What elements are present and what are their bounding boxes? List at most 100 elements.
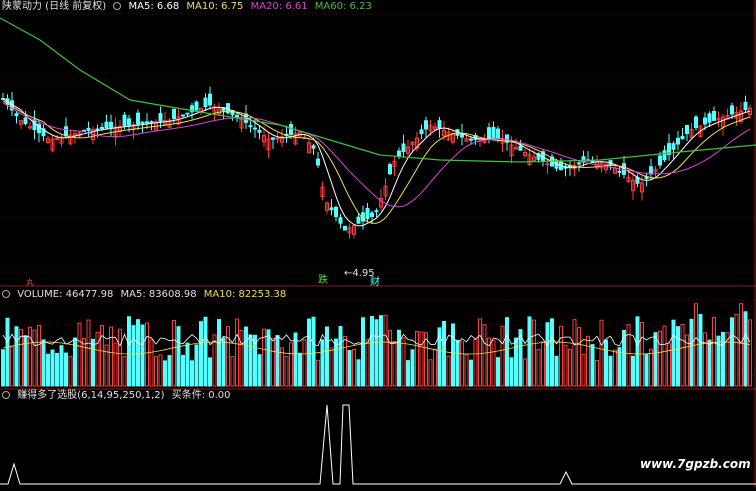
volume-bar (617, 347, 622, 387)
volume-bar (635, 316, 640, 387)
volume-bar (509, 357, 514, 387)
volume-bar (320, 339, 325, 387)
volume-bar (496, 357, 500, 387)
volume-bar (86, 319, 91, 387)
volume-bar (608, 355, 613, 387)
volume-bar (230, 356, 235, 387)
candle-body (289, 124, 293, 135)
volume-bar (77, 322, 82, 387)
candle-body (469, 138, 473, 141)
volume-bar (46, 353, 50, 387)
volume-bar (95, 331, 100, 387)
volume-bar (302, 339, 307, 387)
volume-bar (361, 317, 365, 387)
volume-bar (374, 319, 379, 387)
volume-bar (748, 319, 752, 387)
candle-body (365, 207, 370, 220)
candle-body (676, 137, 680, 145)
candle-body (109, 121, 113, 128)
volume-bar (329, 347, 334, 387)
volume-bar (514, 337, 518, 387)
candle-body (707, 113, 712, 123)
candle-body (577, 162, 581, 165)
candle-body (271, 137, 275, 140)
volume-bar (644, 354, 649, 387)
volume-bar (140, 324, 145, 387)
volume-bar (653, 332, 658, 387)
volume-bar (50, 349, 55, 387)
volume-bar (370, 316, 374, 387)
volume-bar (203, 316, 208, 387)
volume-bar (289, 342, 293, 387)
candle-body (343, 225, 347, 231)
indicator-title: 赚得多了选股(6,14,95,250,1,2) (17, 390, 165, 401)
buy-signal-line (0, 404, 756, 485)
candle-body (334, 206, 338, 217)
volume-bar (325, 326, 329, 387)
volume-bar (212, 334, 217, 387)
volume-bar (428, 359, 433, 387)
settings-circle-icon[interactable] (2, 391, 10, 399)
volume-bar (64, 352, 68, 387)
candle-body (649, 166, 653, 175)
settings-circle-icon[interactable] (2, 290, 10, 298)
candle-body (680, 135, 685, 140)
watermark: www.7gpzb.com (640, 457, 751, 471)
volume-bar (505, 317, 509, 387)
volume-bar (68, 356, 73, 387)
volume-bar (185, 342, 190, 387)
volume-bar (221, 337, 226, 387)
volume-bar (491, 339, 496, 387)
candle-body (419, 129, 424, 134)
candle-body (203, 97, 208, 108)
volume-bar (118, 328, 122, 387)
volume-bar (433, 348, 437, 387)
candle-body (86, 127, 91, 131)
volume-bar (208, 357, 212, 387)
candle-body (496, 128, 500, 139)
volume-bar (239, 330, 244, 387)
volume-bar (410, 349, 415, 387)
volume-bar (527, 316, 532, 387)
volume-bar (181, 354, 185, 387)
volume-bar (82, 337, 86, 387)
candle-body (100, 126, 104, 129)
volume-bar (442, 320, 446, 387)
stock-chart[interactable]: 陕蒙动力 (日线 前复权) MA5: 6.68 MA10: 6.75 MA20:… (0, 0, 756, 487)
volume-bar (158, 354, 163, 387)
volume-bar (194, 344, 199, 387)
volume-bar (590, 344, 595, 387)
volume-bar (347, 349, 352, 387)
volume-bar (554, 355, 559, 387)
chart-canvas[interactable] (0, 0, 756, 487)
candle-body (374, 210, 379, 213)
candle-body (257, 129, 262, 133)
candle-body (185, 112, 190, 115)
candle-body (397, 150, 401, 157)
volume-bar (145, 322, 149, 387)
volume-bar (379, 315, 383, 387)
volume-bar (397, 329, 401, 387)
candle-body (694, 116, 698, 129)
candle-body (248, 125, 253, 128)
volume-bar (545, 322, 550, 387)
volume-bar (28, 326, 32, 387)
volume-bar (478, 318, 482, 387)
volume-bar (257, 354, 262, 387)
candle-body (208, 93, 212, 106)
volume-bar (482, 324, 487, 387)
volume-bar (532, 319, 536, 387)
volume-bar (307, 318, 311, 387)
volume-bar (577, 327, 581, 387)
volume-bar (91, 338, 95, 387)
settings-circle-icon[interactable] (113, 2, 122, 10)
volume-bar (676, 326, 680, 387)
volume-bar (41, 339, 46, 387)
volume-bar (680, 324, 685, 387)
candle-body (518, 145, 523, 151)
volume-bar (518, 329, 523, 387)
volume-bar (55, 352, 59, 387)
candle-body (122, 114, 127, 127)
candle-body (14, 113, 19, 117)
candle-body (487, 127, 491, 140)
